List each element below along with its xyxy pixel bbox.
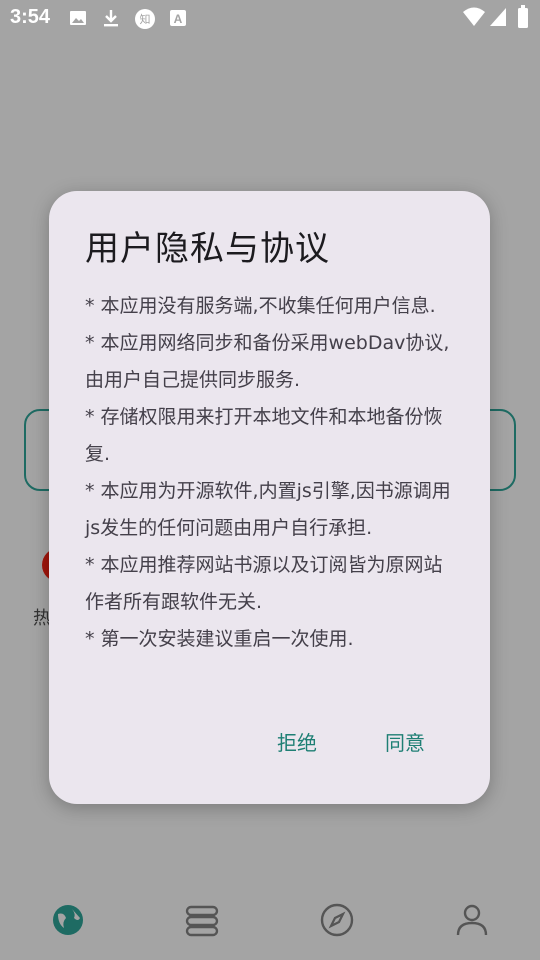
zhihu-icon: 知	[134, 8, 156, 34]
svg-text:知: 知	[140, 12, 151, 26]
translate-icon: A	[168, 8, 188, 32]
status-time: 3:54	[10, 6, 51, 28]
reject-button[interactable]: 拒绝	[277, 727, 317, 756]
compass-icon	[320, 903, 354, 937]
bookshelf-icon	[185, 905, 219, 937]
privacy-agreement-dialog: 用户隐私与协议 * 本应用没有服务端,不收集任何用户信息. * 本应用网络同步和…	[49, 191, 490, 804]
wifi-icon	[462, 6, 486, 32]
agreement-item: * 本应用没有服务端,不收集任何用户信息.	[85, 295, 436, 317]
globe-icon	[53, 905, 83, 935]
battery-icon	[517, 5, 529, 33]
download-icon	[101, 8, 121, 32]
nav-explore[interactable]	[317, 900, 357, 940]
nav-bookshelf[interactable]	[182, 900, 222, 940]
status-bar: 3:54 知 A	[0, 0, 540, 36]
signal-icon	[488, 6, 508, 32]
image-icon	[68, 8, 88, 32]
agreement-item: * 本应用网络同步和备份采用webDav协议,由用户自己提供同步服务.	[85, 332, 450, 391]
nav-profile[interactable]	[452, 900, 492, 940]
agreement-item: * 存储权限用来打开本地文件和本地备份恢复.	[85, 406, 443, 465]
agree-button[interactable]: 同意	[385, 727, 425, 756]
dialog-body: * 本应用没有服务端,不收集任何用户信息. * 本应用网络同步和备份采用webD…	[85, 288, 460, 658]
agreement-item: * 第一次安装建议重启一次使用.	[85, 628, 354, 650]
person-icon	[456, 904, 488, 936]
nav-discover[interactable]	[48, 900, 88, 940]
agreement-item: * 本应用推荐网站书源以及订阅皆为原网站作者所有跟软件无关.	[85, 554, 443, 613]
bottom-navigation	[0, 880, 540, 960]
dialog-title: 用户隐私与协议	[85, 229, 330, 269]
agreement-item: * 本应用为开源软件,内置js引擎,因书源调用js发生的任何问题由用户自行承担.	[85, 480, 451, 539]
svg-text:A: A	[174, 12, 183, 26]
